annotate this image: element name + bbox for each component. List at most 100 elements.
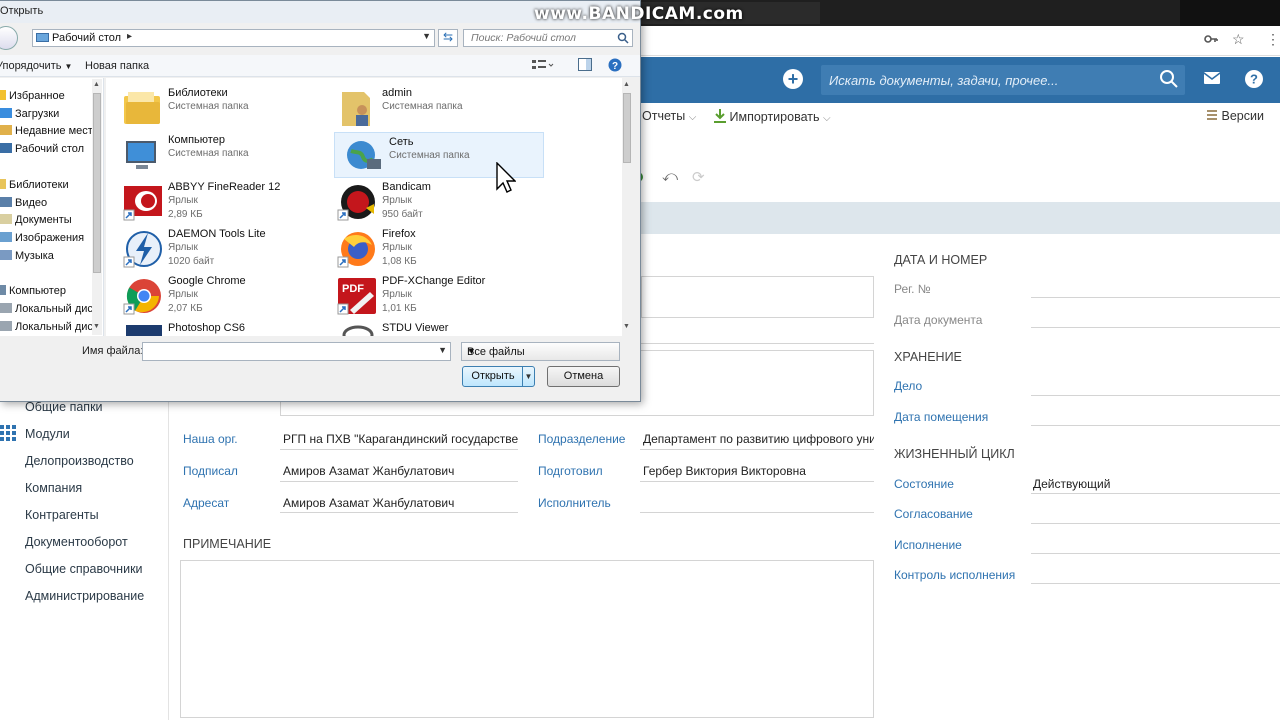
undo-icon[interactable]: ⤺ (662, 168, 678, 185)
prepared-value[interactable]: Гербер Виктория Викторовна (643, 464, 874, 478)
file-name: ABBYY FineReader 12 (168, 181, 281, 193)
file-item[interactable]: admin Системная папка (328, 84, 538, 130)
refresh-icon[interactable]: ⟳ (692, 168, 705, 186)
control-field[interactable] (1031, 583, 1280, 584)
sidebar-item-counterparties[interactable]: Контрагенты (25, 508, 99, 522)
sidebar-item-records[interactable]: Делопроизводство (25, 454, 134, 468)
file-type: Ярлык (168, 242, 198, 253)
note-textarea[interactable] (180, 560, 874, 718)
nav-downloads[interactable]: Загрузки (0, 108, 59, 120)
file-list-scrollbar[interactable]: ▲ ▼ (622, 79, 632, 335)
chevron-down-icon[interactable]: ▼ (422, 31, 431, 41)
open-options-icon[interactable]: ▼ (522, 367, 534, 386)
our-org-value[interactable]: РГП на ПХВ "Карагандинский государствен (283, 432, 518, 446)
nav-scrollbar[interactable]: ▲ ▼ (92, 79, 102, 335)
help-icon[interactable]: ? (1244, 69, 1266, 91)
scroll-down-icon[interactable]: ▼ (623, 323, 630, 330)
address-bar[interactable]: Рабочий стол ▸ ▼ (32, 29, 435, 47)
executor-field[interactable] (640, 512, 874, 513)
file-item[interactable]: PDF PDF-XChange Editor Ярлык 1,01 КБ (328, 272, 538, 318)
sidebar-item-directories[interactable]: Общие справочники (25, 562, 143, 576)
doc-date-field[interactable] (1031, 327, 1280, 328)
dialog-search-input[interactable] (464, 30, 612, 46)
sidebar-item-shared-folders[interactable]: Общие папки (25, 400, 103, 414)
sidebar-item-admin[interactable]: Администрирование (25, 589, 144, 603)
new-folder-button[interactable]: Новая папка (85, 60, 149, 72)
nav-local-disk-d[interactable]: Локальный диск (0, 321, 98, 333)
nav-favorites[interactable]: Избранное (0, 90, 65, 102)
refresh-button[interactable]: ⇆ (438, 29, 458, 47)
key-icon[interactable] (1204, 32, 1218, 49)
nav-computer[interactable]: Компьютер (0, 285, 66, 297)
help-icon[interactable]: ? (608, 58, 622, 75)
execution-field[interactable] (1031, 553, 1280, 554)
scroll-thumb[interactable] (93, 93, 101, 273)
sidebar-item-modules[interactable]: Модули (25, 427, 70, 441)
dialog-search (463, 29, 633, 47)
reg-no-field[interactable] (1031, 297, 1280, 298)
case-field[interactable] (1031, 395, 1280, 396)
file-type: Системная папка (168, 148, 249, 159)
view-options-icon[interactable] (532, 58, 554, 75)
grid-icon (0, 425, 16, 444)
global-search-input[interactable] (821, 65, 1151, 95)
nav-music[interactable]: Музыка (0, 250, 54, 262)
nav-label: Рабочий стол (15, 143, 85, 155)
chevron-down-icon: ▼ (467, 346, 476, 356)
nav-recent[interactable]: Недавние места (0, 125, 99, 137)
desktop-icon (36, 33, 49, 42)
cancel-button[interactable]: Отмена (547, 366, 620, 387)
scroll-thumb[interactable] (623, 93, 631, 163)
preview-pane-icon[interactable] (578, 58, 592, 74)
libraries-icon (124, 92, 160, 124)
signed-value[interactable]: Амиров Азамат Жанбулатович (283, 464, 518, 478)
menu-icon[interactable]: ⋮ (1266, 31, 1280, 48)
search-icon[interactable] (1159, 69, 1179, 92)
nav-label: Недавние места (15, 125, 99, 137)
filename-input[interactable]: ▼ (142, 342, 451, 361)
organize-menu[interactable]: Упорядочить ▼ (0, 60, 72, 72)
mail-icon[interactable] (1203, 69, 1225, 91)
approval-field[interactable] (1031, 523, 1280, 524)
versions-button[interactable]: Версии (1206, 109, 1264, 123)
file-type-filter[interactable]: Все файлы ▼ (461, 342, 620, 361)
placement-date-field[interactable] (1031, 425, 1280, 426)
nav-video[interactable]: Видео (0, 197, 47, 209)
file-size: 1020 байт (168, 256, 215, 267)
scroll-down-icon[interactable]: ▼ (93, 323, 100, 330)
department-value[interactable]: Департамент по развитию цифрового уни (643, 432, 874, 446)
file-item[interactable]: Firefox Ярлык 1,08 КБ (328, 225, 538, 271)
nav-desktop[interactable]: Рабочий стол (0, 143, 84, 155)
file-item[interactable]: STDU Viewer (328, 319, 538, 336)
file-item[interactable]: Библиотеки Системная папка (114, 84, 324, 130)
star-icon[interactable]: ☆ (1232, 31, 1245, 48)
file-name: Firefox (382, 228, 416, 240)
nav-documents[interactable]: Документы (0, 214, 72, 226)
form-field-box-top[interactable] (641, 276, 874, 318)
scroll-up-icon[interactable]: ▲ (623, 81, 630, 88)
reports-menu[interactable]: Отчеты ⌵ (642, 109, 696, 123)
nav-libraries[interactable]: Библиотеки (0, 179, 69, 191)
nav-images[interactable]: Изображения (0, 232, 84, 244)
file-item[interactable]: ABBYY FineReader 12 Ярлык 2,89 КБ (114, 178, 324, 224)
network-icon (347, 141, 381, 169)
music-icon (0, 250, 12, 260)
file-item[interactable]: Photoshop CS6 (114, 319, 324, 336)
breadcrumb-arrow-icon[interactable]: ▸ (127, 31, 132, 42)
sidebar-item-company[interactable]: Компания (25, 481, 82, 495)
sidebar-item-workflow[interactable]: Документооборот (25, 535, 128, 549)
nav-local-disk-c[interactable]: Локальный диск (0, 303, 98, 315)
addressee-value[interactable]: Амиров Азамат Жанбулатович (283, 496, 518, 510)
search-icon[interactable] (617, 32, 629, 47)
import-menu[interactable]: Импортировать ⌵ (714, 109, 831, 124)
scroll-up-icon[interactable]: ▲ (93, 81, 100, 88)
file-item[interactable]: Google Chrome Ярлык 2,07 КБ (114, 272, 324, 318)
file-item[interactable]: Компьютер Системная папка (114, 131, 324, 177)
add-button[interactable]: + (783, 69, 803, 89)
back-button[interactable] (0, 26, 18, 50)
lifecycle-title: ЖИЗНЕННЫЙ ЦИКЛ (894, 447, 1015, 461)
file-item[interactable]: DAEMON Tools Lite Ярлык 1020 байт (114, 225, 324, 271)
state-value[interactable]: Действующий (1033, 477, 1110, 491)
chevron-down-icon[interactable]: ▼ (438, 345, 447, 355)
form-field-underline (641, 343, 874, 344)
